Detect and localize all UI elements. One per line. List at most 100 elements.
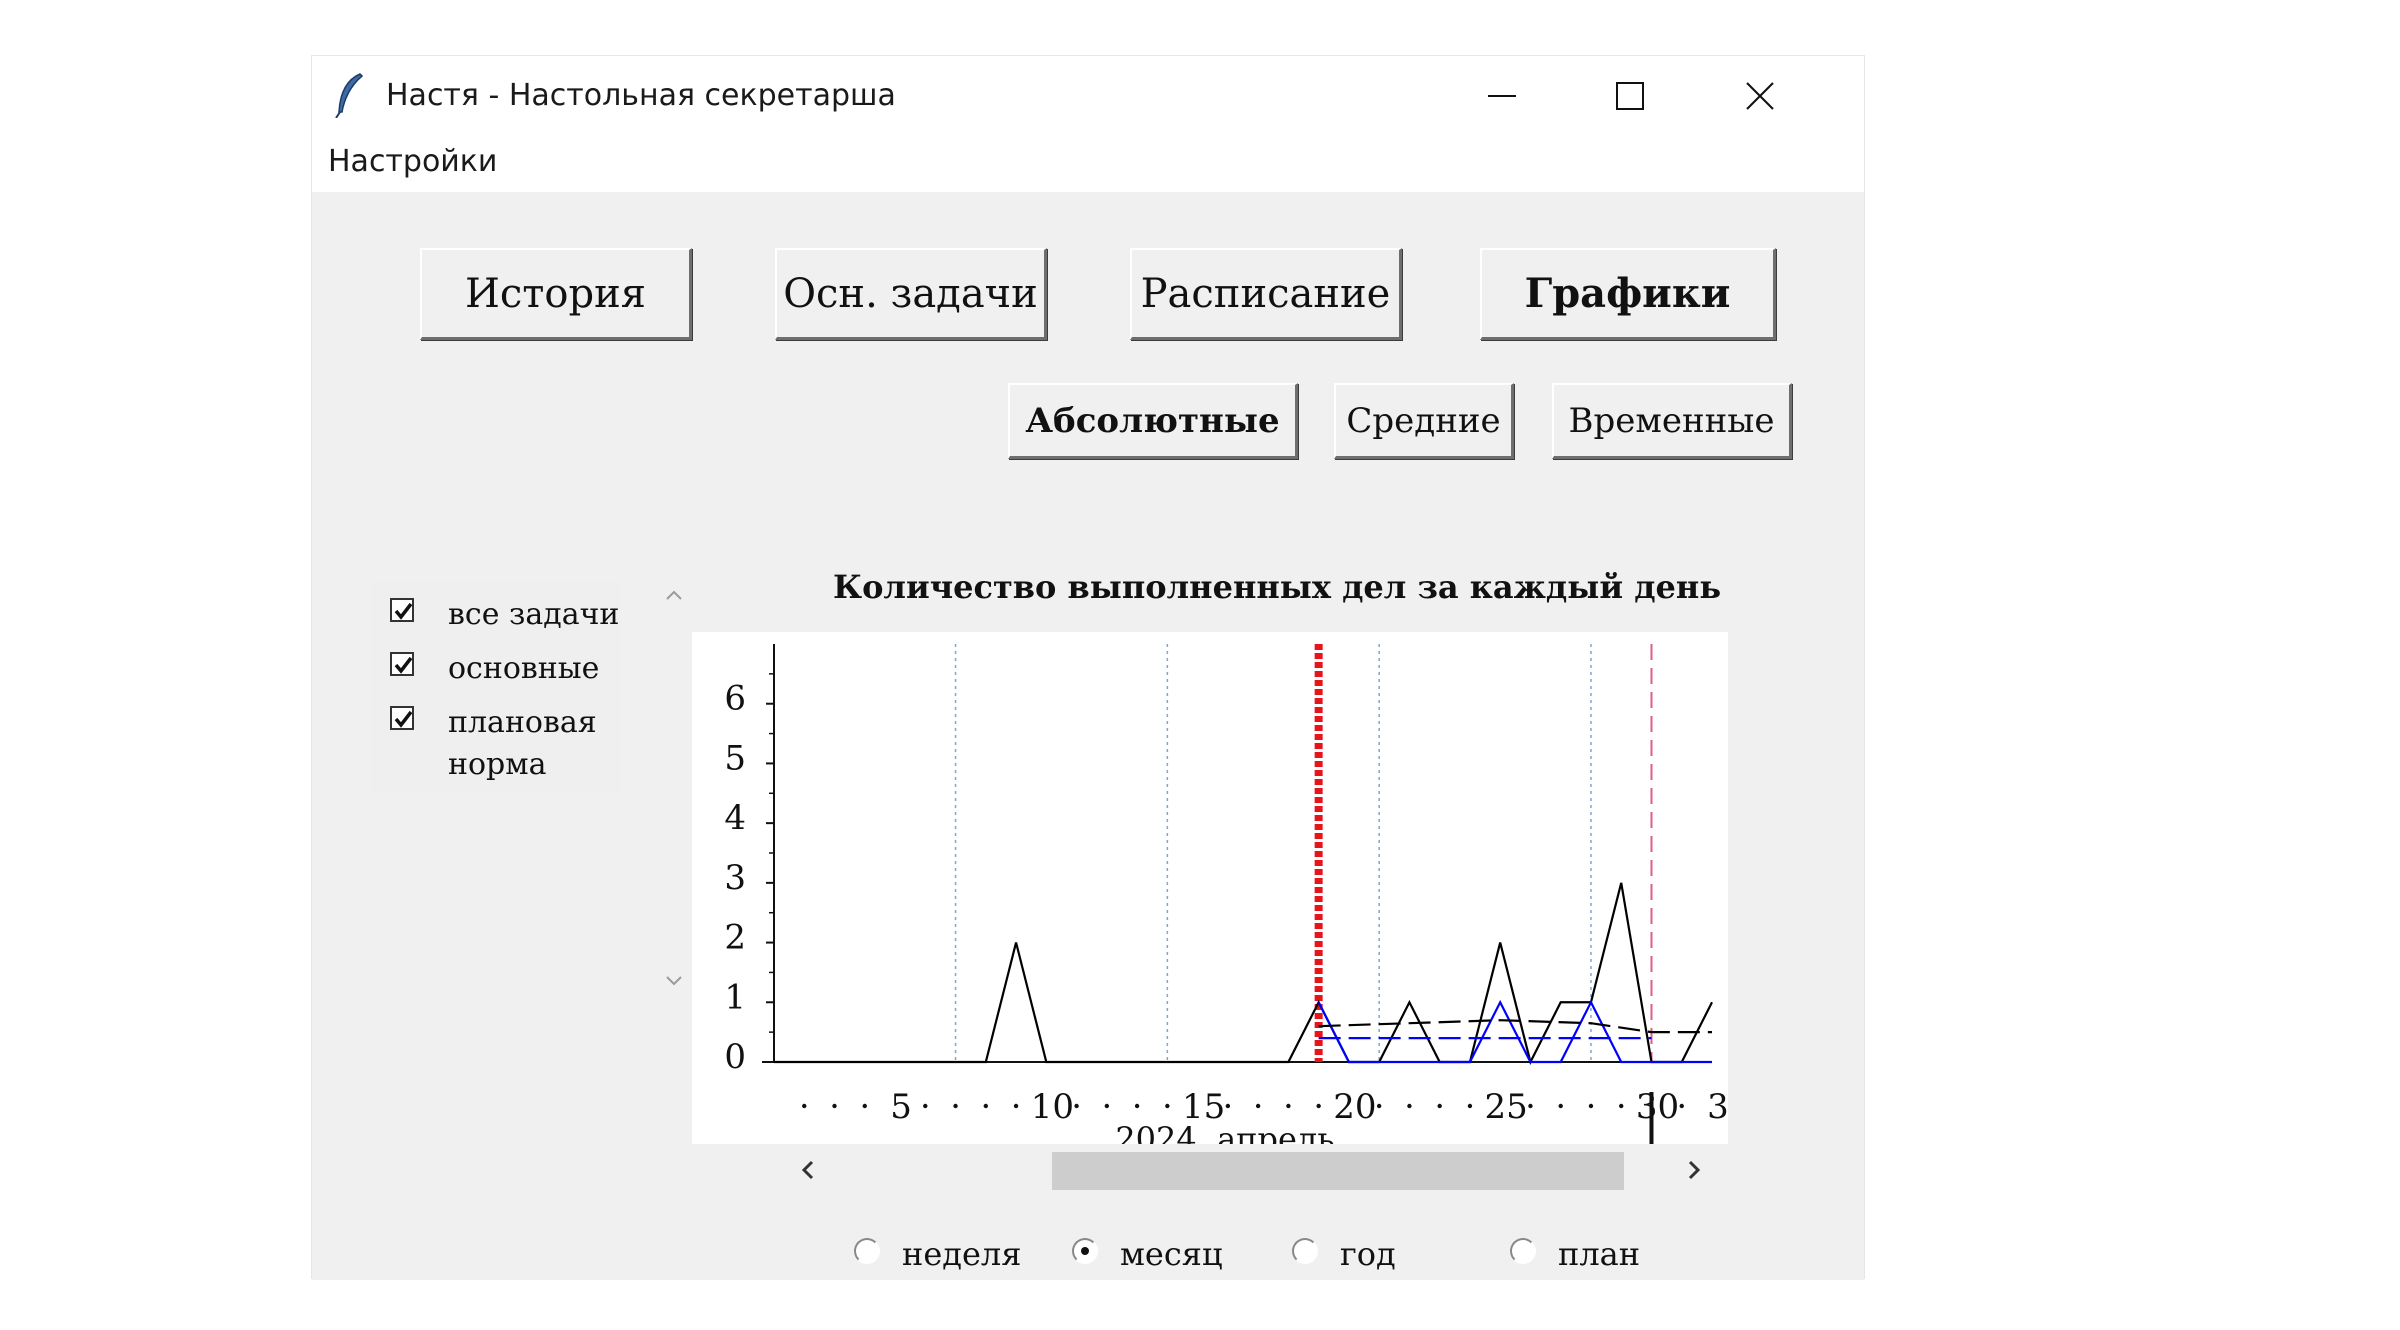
radio-year[interactable]: год — [1292, 1232, 1396, 1276]
y-tick-label: 2 — [724, 918, 746, 958]
radio-year-label: год — [1340, 1235, 1396, 1273]
menu-bar: Настройки — [312, 136, 1864, 192]
subtab-average[interactable]: Средние — [1334, 383, 1514, 459]
x-day-dot — [1528, 1103, 1533, 1109]
x-day-dot — [1467, 1103, 1473, 1109]
feather-icon — [335, 73, 364, 118]
x-day-dot — [1316, 1103, 1321, 1109]
check-main-label: основные — [448, 651, 600, 686]
x-day-dot — [1225, 1103, 1231, 1109]
tab-charts[interactable]: Графики — [1480, 248, 1776, 340]
x-day-dot — [1437, 1103, 1442, 1109]
radio-plan[interactable]: план — [1510, 1232, 1640, 1276]
x-tick-label: 25 — [1485, 1087, 1528, 1127]
checkmark-icon — [394, 710, 413, 728]
subtab-absolute-label: Абсолютные — [1025, 400, 1280, 441]
tab-history[interactable]: История — [420, 248, 692, 340]
x-day-dot — [923, 1103, 928, 1109]
y-tick-label: 6 — [724, 679, 746, 719]
checkbox-all-tasks[interactable] — [390, 598, 414, 622]
window-title: Настя - Настольная секретарша — [386, 78, 896, 113]
y-tick-label: 3 — [724, 858, 746, 898]
chart-svg: 01234565 10 15 20 25 30 32024, апрель — [724, 644, 1729, 1158]
checkmark-icon — [394, 602, 413, 620]
check-plan-norm-label: плановая норма — [448, 705, 597, 782]
maximize-icon — [1616, 82, 1644, 110]
subtab-time-label: Временные — [1568, 400, 1775, 441]
check-all-tasks-label: все задачи — [448, 597, 620, 632]
x-day-dot — [832, 1103, 837, 1109]
chevron-down-icon[interactable] — [662, 968, 686, 992]
x-tick-label: 3 — [1707, 1087, 1728, 1127]
checkmark-icon — [394, 656, 413, 674]
check-plan-norm[interactable]: плановая норма — [390, 702, 610, 786]
radio-year-circle[interactable] — [1292, 1238, 1318, 1264]
tab-main-tasks[interactable]: Осн. задачи — [775, 248, 1047, 340]
tab-schedule-label: Расписание — [1140, 270, 1391, 317]
radio-plan-label: план — [1558, 1235, 1641, 1273]
minimize-button[interactable] — [1462, 70, 1542, 122]
tab-schedule[interactable]: Расписание — [1130, 248, 1402, 340]
app-window: Настя - Настольная секретарша Настройки … — [311, 55, 1865, 1280]
maximize-button[interactable] — [1590, 70, 1670, 122]
chevron-left-icon[interactable] — [794, 1156, 822, 1184]
radio-month[interactable]: месяц — [1072, 1232, 1223, 1276]
radio-selected-dot — [1081, 1247, 1089, 1255]
x-tick-label: 5 — [890, 1087, 912, 1127]
subtab-average-label: Средние — [1346, 400, 1501, 441]
series-line-0 — [774, 882, 1713, 1066]
x-axis-label: 2024, апрель — [1115, 1120, 1334, 1144]
y-tick-label: 1 — [724, 977, 746, 1017]
chart-hscrollbar[interactable] — [784, 1146, 1724, 1190]
checkbox-main[interactable] — [390, 652, 414, 676]
x-day-dot — [802, 1103, 807, 1109]
radio-month-circle[interactable] — [1072, 1238, 1098, 1264]
x-day-dot — [953, 1103, 958, 1109]
tab-main-tasks-label: Осн. задачи — [783, 270, 1038, 317]
close-button[interactable] — [1720, 70, 1800, 122]
chevron-right-icon[interactable] — [1680, 1156, 1708, 1184]
x-tick-label: 30 — [1636, 1087, 1679, 1127]
x-day-dot — [1165, 1103, 1170, 1109]
close-icon — [1746, 82, 1774, 110]
chart-area: 0 1 2 3 4 5 6 5 10 15 20 25 30 3 2024, апрель — [692, 632, 1729, 1158]
y-tick-label: 0 — [724, 1037, 746, 1077]
x-day-dot — [1679, 1103, 1684, 1109]
menu-settings[interactable]: Настройки — [328, 144, 497, 179]
radio-plan-circle[interactable] — [1510, 1238, 1536, 1264]
chart-title: Количество выполненных дел за каждый ден… — [832, 568, 1722, 606]
x-day-dot — [862, 1103, 867, 1109]
x-tick-label: 10 — [1031, 1087, 1074, 1127]
main-content: История Осн. задачи Расписание Графики А… — [312, 192, 1864, 1280]
radio-week[interactable]: неделя — [854, 1232, 1021, 1276]
x-day-dot — [1619, 1103, 1624, 1109]
title-bar[interactable]: Настя - Настольная секретарша — [312, 56, 1864, 136]
chevron-up-icon[interactable] — [662, 584, 686, 608]
radio-month-label: месяц — [1120, 1235, 1223, 1273]
check-main[interactable]: основные — [390, 648, 599, 690]
subtab-time[interactable]: Временные — [1552, 383, 1792, 459]
x-day-dot — [1376, 1103, 1382, 1109]
x-tick-label: 20 — [1333, 1087, 1376, 1127]
checkbox-plan-norm[interactable] — [390, 706, 414, 730]
y-tick-label: 4 — [724, 798, 746, 838]
check-all-tasks[interactable]: все задачи — [390, 594, 619, 636]
x-day-dot — [1104, 1103, 1110, 1109]
x-day-dot — [1255, 1103, 1261, 1109]
tab-charts-label: Графики — [1524, 270, 1731, 317]
x-day-dot — [1558, 1103, 1563, 1109]
x-day-dot — [1407, 1103, 1412, 1109]
x-day-dot — [1286, 1103, 1291, 1109]
series-checklist: все задачи основные плановая норма — [372, 582, 622, 792]
y-tick-label: 5 — [724, 738, 746, 778]
radio-week-circle[interactable] — [854, 1238, 880, 1264]
minimize-icon — [1488, 95, 1516, 97]
x-day-dot — [1588, 1103, 1594, 1109]
subtab-absolute[interactable]: Абсолютные — [1008, 383, 1298, 459]
x-day-dot — [1074, 1103, 1079, 1109]
radio-week-label: неделя — [902, 1235, 1022, 1273]
tab-history-label: История — [465, 270, 646, 317]
scroll-thumb[interactable] — [1052, 1152, 1624, 1190]
x-day-dot — [1013, 1103, 1019, 1109]
x-day-dot — [1134, 1103, 1140, 1109]
